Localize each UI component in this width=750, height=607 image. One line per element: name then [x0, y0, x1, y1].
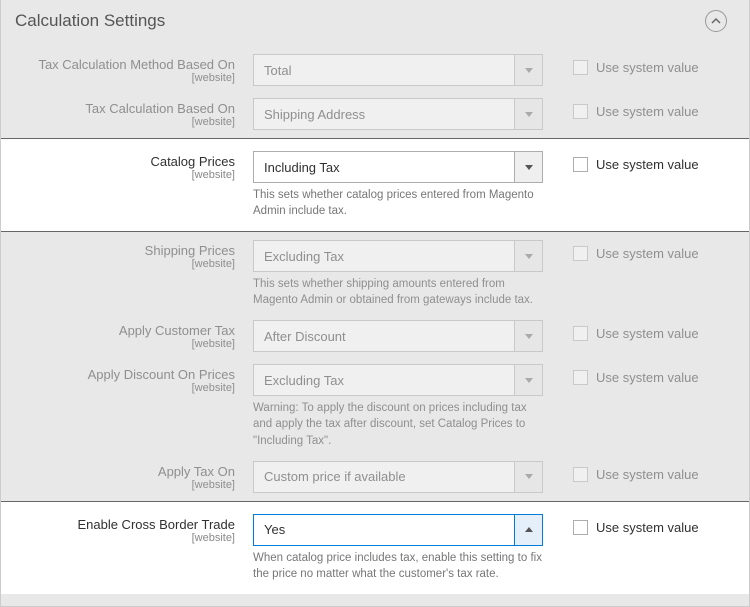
chevron-up-icon [514, 515, 542, 545]
use-system-value-label: Use system value [596, 60, 699, 75]
scope-label: [website] [1, 532, 235, 544]
discount-on-prices-select[interactable]: Excluding Tax [253, 364, 543, 396]
customer-tax-select[interactable]: After Discount [253, 320, 543, 352]
field-label: Enable Cross Border Trade [1, 517, 235, 532]
section-header: Calculation Settings [1, 0, 749, 48]
field-label: Tax Calculation Based On [1, 101, 235, 116]
field-cross-border-trade: Enable Cross Border Trade [website] Yes … [1, 501, 749, 594]
field-hint: When catalog price includes tax, enable … [253, 550, 543, 582]
collapse-toggle[interactable] [705, 10, 727, 32]
scope-label: [website] [1, 338, 235, 350]
use-system-value-checkbox[interactable] [573, 326, 588, 341]
select-value: Excluding Tax [254, 365, 514, 395]
scope-label: [website] [1, 72, 235, 84]
chevron-down-icon [514, 99, 542, 129]
use-system-value-label: Use system value [596, 326, 699, 341]
cross-border-trade-select[interactable]: Yes [253, 514, 543, 546]
calculation-settings-section: Calculation Settings Tax Calculation Met… [0, 0, 750, 607]
use-system-value-checkbox[interactable] [573, 370, 588, 385]
field-customer-tax: Apply Customer Tax [website] After Disco… [1, 314, 749, 358]
field-label: Apply Tax On [1, 464, 235, 479]
field-hint: This sets whether catalog prices entered… [253, 187, 543, 219]
apply-tax-on-select[interactable]: Custom price if available [253, 461, 543, 493]
use-system-value-label: Use system value [596, 520, 699, 535]
scope-label: [website] [1, 479, 235, 491]
chevron-down-icon [514, 241, 542, 271]
select-value: Yes [254, 515, 514, 545]
field-label: Apply Customer Tax [1, 323, 235, 338]
field-shipping-prices: Shipping Prices [website] Excluding Tax … [1, 234, 749, 314]
select-value: Including Tax [254, 152, 514, 182]
select-value: Total [254, 55, 514, 85]
use-system-value-label: Use system value [596, 104, 699, 119]
tax-method-select[interactable]: Total [253, 54, 543, 86]
select-value: Shipping Address [254, 99, 514, 129]
use-system-value-label: Use system value [596, 157, 699, 172]
chevron-down-icon [514, 365, 542, 395]
use-system-value-checkbox[interactable] [573, 104, 588, 119]
field-discount-on-prices: Apply Discount On Prices [website] Exclu… [1, 358, 749, 454]
field-hint: Warning: To apply the discount on prices… [253, 400, 543, 448]
shipping-prices-select[interactable]: Excluding Tax [253, 240, 543, 272]
chevron-down-icon [514, 321, 542, 351]
field-label: Catalog Prices [1, 154, 235, 169]
select-value: Custom price if available [254, 462, 514, 492]
use-system-value-checkbox[interactable] [573, 520, 588, 535]
field-label: Apply Discount On Prices [1, 367, 235, 382]
use-system-value-checkbox[interactable] [573, 246, 588, 261]
select-value: Excluding Tax [254, 241, 514, 271]
tax-based-on-select[interactable]: Shipping Address [253, 98, 543, 130]
chevron-down-icon [514, 55, 542, 85]
use-system-value-label: Use system value [596, 467, 699, 482]
select-value: After Discount [254, 321, 514, 351]
use-system-value-label: Use system value [596, 246, 699, 261]
chevron-up-icon [711, 16, 721, 26]
fieldset: Tax Calculation Method Based On [website… [1, 48, 749, 606]
field-catalog-prices: Catalog Prices [website] Including Tax T… [1, 138, 749, 232]
field-hint: This sets whether shipping amounts enter… [253, 276, 543, 308]
scope-label: [website] [1, 169, 235, 181]
chevron-down-icon [514, 152, 542, 182]
scope-label: [website] [1, 258, 235, 270]
field-label: Tax Calculation Method Based On [1, 57, 235, 72]
chevron-down-icon [514, 462, 542, 492]
section-title: Calculation Settings [15, 11, 165, 31]
use-system-value-checkbox[interactable] [573, 60, 588, 75]
field-tax-based-on: Tax Calculation Based On [website] Shipp… [1, 92, 749, 136]
field-apply-tax-on: Apply Tax On [website] Custom price if a… [1, 455, 749, 499]
use-system-value-label: Use system value [596, 370, 699, 385]
scope-label: [website] [1, 382, 235, 394]
catalog-prices-select[interactable]: Including Tax [253, 151, 543, 183]
field-tax-method: Tax Calculation Method Based On [website… [1, 48, 749, 92]
field-label: Shipping Prices [1, 243, 235, 258]
scope-label: [website] [1, 116, 235, 128]
use-system-value-checkbox[interactable] [573, 467, 588, 482]
use-system-value-checkbox[interactable] [573, 157, 588, 172]
